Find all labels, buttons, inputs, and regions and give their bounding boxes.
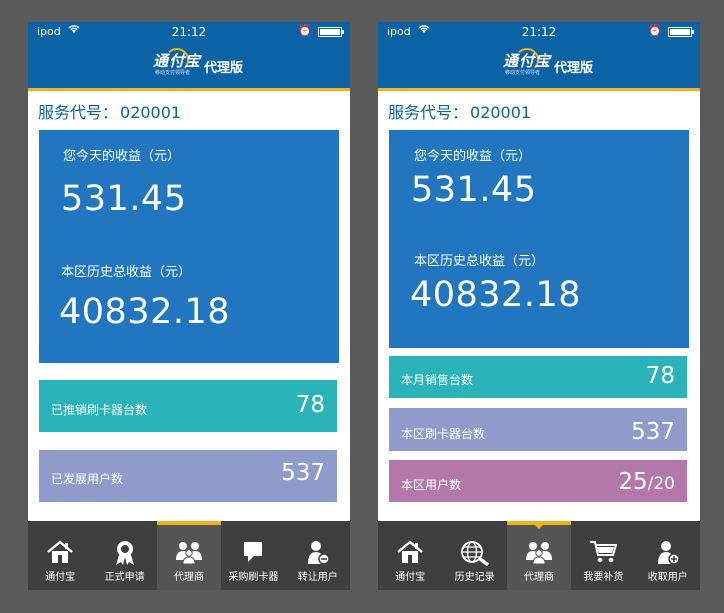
alarm-icon: ⏰ xyxy=(648,24,662,37)
stat-value: 537 xyxy=(281,460,325,486)
agents-icon xyxy=(507,540,571,566)
stat-label: 本月销售台数 xyxy=(401,373,474,387)
tab-restock[interactable]: 我要补货 xyxy=(571,521,635,590)
brand-logo: 通付宝 移动支付领导者 xyxy=(503,48,550,78)
cart-icon xyxy=(571,540,635,566)
tab-bar: 通付宝 历史记录 代理商 我要补货 收取用户 xyxy=(378,521,700,590)
service-code-label: 服务代号： xyxy=(38,103,119,122)
user-add-icon xyxy=(636,540,700,566)
stat-card-area-users[interactable]: 本区用户数 25/20 xyxy=(389,460,687,502)
app-header: 通付宝 移动支付领导者 代理版 xyxy=(28,42,350,91)
alarm-icon: ⏰ xyxy=(298,24,312,37)
stat-label: 本区用户数 xyxy=(401,478,462,492)
tab-agents[interactable]: 代理商 xyxy=(506,521,572,590)
home-icon xyxy=(378,540,442,566)
battery-icon xyxy=(318,27,344,37)
tab-label: 历史记录 xyxy=(454,572,495,583)
user-transfer-icon xyxy=(286,540,350,566)
stat-value-main: 25 xyxy=(618,469,648,495)
brand-logo: 通付宝 移动支付领导者 xyxy=(153,48,200,78)
service-code-label: 服务代号： xyxy=(388,103,469,122)
edition-title: 代理版 xyxy=(554,61,594,76)
tab-label: 代理商 xyxy=(523,572,554,583)
ribbon-icon xyxy=(92,540,156,566)
tab-collect-users[interactable]: 收取用户 xyxy=(636,521,700,590)
tab-label: 收取用户 xyxy=(647,572,688,583)
earnings-panel: 您今天的收益（元） 531.45 本区历史总收益（元） 40832.18 xyxy=(39,130,339,363)
earnings-panel: 您今天的收益（元） 531.45 本区历史总收益（元） 40832.18 xyxy=(389,130,689,348)
tab-label: 通付宝 xyxy=(395,572,426,583)
home-icon xyxy=(28,540,92,566)
tab-label: 采购刷卡器 xyxy=(228,572,279,583)
stat-label: 本区刷卡器台数 xyxy=(401,427,486,441)
tab-home[interactable]: 通付宝 xyxy=(28,521,92,590)
status-bar: ipod 21:12 ⏰ xyxy=(378,22,700,42)
today-earnings-value: 531.45 xyxy=(411,170,537,210)
stat-value: 537 xyxy=(631,419,675,445)
stat-card-users[interactable]: 已发展用户数 537 xyxy=(39,450,337,502)
service-code-value: 020001 xyxy=(120,103,182,122)
service-code: 服务代号： 020001 xyxy=(38,99,181,123)
stat-value: 25/20 xyxy=(618,469,675,495)
edition-title: 代理版 xyxy=(204,61,244,76)
globe-search-icon xyxy=(442,540,506,566)
service-code: 服务代号： 020001 xyxy=(388,99,531,123)
tab-label: 通付宝 xyxy=(45,572,76,583)
battery-icon xyxy=(668,27,694,37)
stat-card-monthly-sales[interactable]: 本月销售台数 78 xyxy=(389,356,687,398)
stat-label: 已推销刷卡器台数 xyxy=(51,403,148,417)
service-code-value: 020001 xyxy=(470,103,532,122)
stat-value-secondary: /20 xyxy=(647,474,675,494)
stat-label: 已发展用户数 xyxy=(51,472,124,486)
history-earnings-value: 40832.18 xyxy=(410,275,582,315)
agents-icon xyxy=(157,540,221,566)
today-earnings-value: 531.45 xyxy=(61,179,187,219)
tab-label: 正式申请 xyxy=(104,572,145,583)
tab-apply[interactable]: 正式申请 xyxy=(92,521,156,590)
tab-label: 转让用户 xyxy=(297,572,338,583)
history-earnings-label: 本区历史总收益（元） xyxy=(61,265,192,280)
active-indicator xyxy=(534,525,543,529)
today-earnings-label: 您今天的收益（元） xyxy=(414,149,532,164)
phone-screen-right: ipod 21:12 ⏰ 通付宝 移动支付领导者 代理版 服务代号： 020001… xyxy=(378,22,700,590)
stat-value: 78 xyxy=(645,363,675,389)
tab-agents[interactable]: 代理商 xyxy=(156,521,222,590)
stat-value: 78 xyxy=(295,392,325,418)
status-bar: ipod 21:12 ⏰ xyxy=(28,22,350,42)
stat-card-sold-readers[interactable]: 已推销刷卡器台数 78 xyxy=(39,380,337,432)
tab-transfer-users[interactable]: 转让用户 xyxy=(286,521,350,590)
tab-history[interactable]: 历史记录 xyxy=(442,521,506,590)
phone-screen-left: ipod 21:12 ⏰ 通付宝 移动支付领导者 代理版 服务代号： 020001… xyxy=(28,22,350,590)
tab-label: 代理商 xyxy=(173,572,204,583)
tab-label: 我要补货 xyxy=(583,572,624,583)
history-earnings-value: 40832.18 xyxy=(59,292,231,332)
tab-purchase-readers[interactable]: 采购刷卡器 xyxy=(221,521,285,590)
stat-card-area-readers[interactable]: 本区刷卡器台数 537 xyxy=(389,408,687,451)
today-earnings-label: 您今天的收益（元） xyxy=(63,149,181,164)
history-earnings-label: 本区历史总收益（元） xyxy=(414,254,545,269)
tab-bar: 通付宝 正式申请 代理商 采购刷卡器 转让用户 xyxy=(28,521,350,590)
chat-icon xyxy=(221,540,285,566)
app-header: 通付宝 移动支付领导者 代理版 xyxy=(378,42,700,91)
tab-home[interactable]: 通付宝 xyxy=(378,521,442,590)
